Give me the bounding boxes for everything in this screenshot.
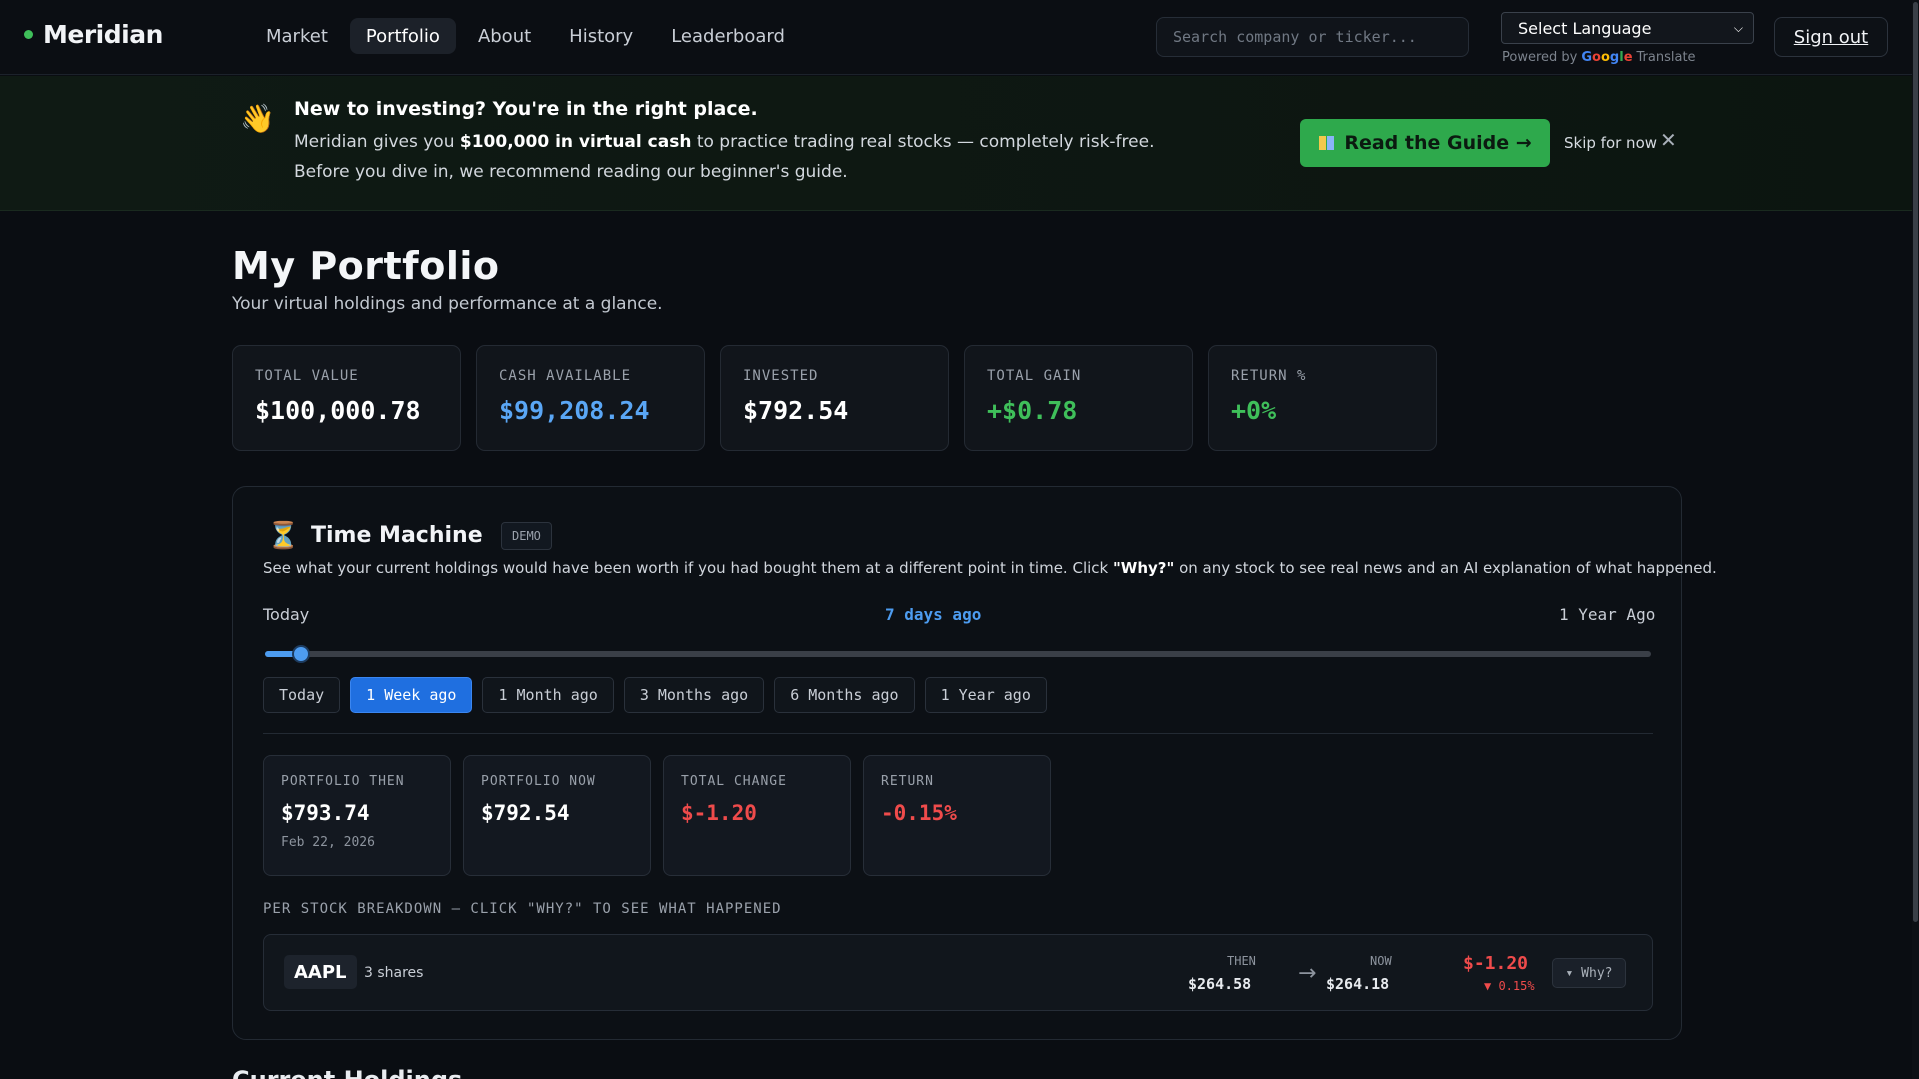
time-slider[interactable]	[265, 645, 1651, 663]
stat-invested: INVESTED $792.54	[720, 345, 949, 451]
read-guide-label: Read the Guide →	[1344, 132, 1532, 154]
scrollbar-thumb[interactable]	[1913, 2, 1918, 922]
search-input[interactable]	[1156, 17, 1469, 57]
onboarding-banner: 👋 New to investing? You're in the right …	[0, 76, 1912, 211]
then-label: THEN	[1227, 954, 1256, 968]
google-logo[interactable]: Google	[1581, 50, 1632, 65]
stock-change: $-1.20	[1463, 953, 1529, 974]
google-translate-attribution: Powered by Google Translate	[1502, 50, 1696, 65]
stat-value: $99,208.24	[499, 396, 650, 425]
banner-line-2: Before you dive in, we recommend reading…	[294, 162, 848, 182]
waving-hand-icon: 👋	[240, 102, 275, 135]
current-holdings-heading: Current Holdings	[232, 1066, 462, 1079]
chevron-down-icon: ⌵	[1733, 20, 1743, 35]
nav-item-about[interactable]: About	[462, 18, 547, 54]
stat-value: $100,000.78	[255, 396, 421, 425]
stat-cash-available: CASH AVAILABLE $99,208.24	[476, 345, 705, 451]
preset-3-months[interactable]: 3 Months ago	[623, 677, 765, 713]
main-nav: Market Portfolio About History Leaderboa…	[250, 18, 801, 54]
stat-label: RETURN %	[1231, 368, 1307, 384]
summary-value: -0.15%	[881, 801, 957, 825]
stat-label: CASH AVAILABLE	[499, 368, 632, 384]
preset-1-year[interactable]: 1 Year ago	[924, 677, 1047, 713]
slider-right-label: 1 Year Ago	[1559, 605, 1656, 624]
slider-left-label: Today	[263, 605, 310, 624]
preset-6-months[interactable]: 6 Months ago	[774, 677, 915, 713]
brand-logo[interactable]: Meridian	[24, 20, 163, 49]
page-title: My Portfolio	[232, 244, 500, 288]
summary-value: $-1.20	[681, 801, 757, 825]
arrow-right-icon: →	[1298, 961, 1317, 986]
logo-dot-icon	[24, 30, 33, 39]
language-select-label: Select Language	[1518, 18, 1652, 38]
nav-item-market[interactable]: Market	[250, 18, 344, 54]
nav-item-leaderboard[interactable]: Leaderboard	[655, 18, 801, 54]
summary-portfolio-then: PORTFOLIO THEN $793.74 Feb 22, 2026	[263, 755, 451, 876]
now-price: $264.18	[1326, 975, 1390, 993]
stat-total-gain: TOTAL GAIN +$0.78	[964, 345, 1193, 451]
portfolio-stats: TOTAL VALUE $100,000.78 CASH AVAILABLE $…	[232, 345, 1437, 451]
slider-current-label: 7 days ago	[885, 605, 982, 624]
skip-for-now-link[interactable]: Skip for now	[1564, 134, 1657, 152]
banner-line-1: Meridian gives you $100,000 in virtual c…	[294, 132, 1155, 152]
close-icon[interactable]: ✕	[1660, 128, 1677, 152]
stat-value: +0%	[1231, 396, 1277, 425]
top-navbar: Meridian Market Portfolio About History …	[0, 0, 1912, 75]
share-count: 3 shares	[364, 965, 424, 981]
book-icon	[1318, 134, 1336, 152]
read-guide-button[interactable]: Read the Guide →	[1300, 119, 1550, 167]
time-machine-title: Time Machine	[311, 523, 483, 548]
summary-portfolio-now: PORTFOLIO NOW $792.54	[463, 755, 651, 876]
stat-value: $792.54	[743, 396, 849, 425]
summary-value: $793.74	[281, 801, 370, 825]
summary-date: Feb 22, 2026	[281, 835, 375, 850]
summary-value: $792.54	[481, 801, 570, 825]
page-subtitle: Your virtual holdings and performance at…	[232, 294, 663, 314]
logo-text: Meridian	[43, 20, 163, 49]
stat-label: TOTAL GAIN	[987, 368, 1082, 384]
stat-label: INVESTED	[743, 368, 819, 384]
preset-today[interactable]: Today	[263, 677, 341, 713]
time-slider-thumb[interactable]	[292, 645, 311, 663]
stat-total-value: TOTAL VALUE $100,000.78	[232, 345, 461, 451]
preset-1-month[interactable]: 1 Month ago	[482, 677, 614, 713]
hourglass-icon: ⏳	[267, 521, 300, 551]
summary-return: RETURN -0.15%	[863, 755, 1051, 876]
powered-by-text: Powered by	[1502, 50, 1578, 65]
stat-label: TOTAL VALUE	[255, 368, 359, 384]
summary-label: PORTFOLIO NOW	[481, 774, 596, 789]
translate-text: Translate	[1636, 50, 1696, 65]
stat-value: +$0.78	[987, 396, 1078, 425]
summary-label: PORTFOLIO THEN	[281, 774, 405, 789]
stat-return-pct: RETURN % +0%	[1208, 345, 1437, 451]
demo-badge: DEMO	[501, 522, 552, 550]
divider	[263, 733, 1653, 734]
time-machine-card: ⏳ Time Machine DEMO See what your curren…	[232, 486, 1717, 1040]
language-select[interactable]: Select Language ⌵	[1501, 12, 1754, 44]
stock-change-pct: ▼ 0.15%	[1484, 979, 1535, 993]
banner-title: New to investing? You're in the right pl…	[294, 98, 758, 120]
summary-total-change: TOTAL CHANGE $-1.20	[663, 755, 851, 876]
nav-item-portfolio[interactable]: Portfolio	[349, 18, 456, 54]
time-machine-description: See what your current holdings would hav…	[263, 559, 1717, 577]
breakdown-label: PER STOCK BREAKDOWN — CLICK "WHY?" TO SE…	[263, 901, 782, 917]
summary-label: TOTAL CHANGE	[681, 774, 787, 789]
preset-1-week[interactable]: 1 Week ago	[350, 677, 473, 713]
ticker-badge: AAPL	[284, 955, 357, 989]
stock-row: AAPL 3 shares THEN $264.58 → NOW $264.18…	[263, 934, 1653, 1011]
time-presets: Today 1 Week ago 1 Month ago 3 Months ag…	[263, 677, 1047, 713]
sign-out-button[interactable]: Sign out	[1774, 17, 1888, 57]
now-label: NOW	[1370, 954, 1392, 968]
why-button[interactable]: ▾ Why?	[1552, 958, 1626, 988]
time-machine-summary: PORTFOLIO THEN $793.74 Feb 22, 2026 PORT…	[263, 755, 1051, 876]
summary-label: RETURN	[881, 774, 934, 789]
nav-item-history[interactable]: History	[553, 18, 649, 54]
then-price: $264.58	[1188, 975, 1252, 993]
